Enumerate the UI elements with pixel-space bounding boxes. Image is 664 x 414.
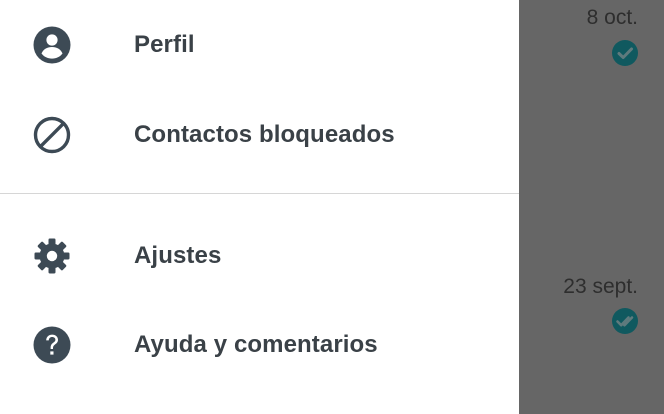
block-icon [32,115,72,155]
read-check-icon [612,40,638,66]
menu-item-ajustes[interactable]: Ajustes [0,211,519,301]
menu-item-ayuda-y-comentarios[interactable]: Ayuda y comentarios [0,300,519,390]
conversation-date: 23 sept. [563,275,638,298]
gear-icon [32,236,72,276]
menu-item-label: Ajustes [134,242,222,269]
account-circle-icon [32,25,72,65]
menu-item-contactos-bloqueados[interactable]: Contactos bloqueados [0,90,519,180]
navigation-drawer: Perfil Contactos bloqueados Ajustes Ayud… [0,0,519,414]
app-screen: 8 oct. 23 sept. Perfil Contactos bloquea… [0,0,664,414]
read-double-check-icon [612,308,638,334]
menu-item-perfil[interactable]: Perfil [0,0,519,90]
menu-item-label: Ayuda y comentarios [134,331,378,358]
menu-divider [0,193,519,194]
menu-item-label: Contactos bloqueados [134,121,395,148]
help-icon [32,325,72,365]
menu-item-label: Perfil [134,31,195,58]
conversation-date: 8 oct. [586,6,638,29]
